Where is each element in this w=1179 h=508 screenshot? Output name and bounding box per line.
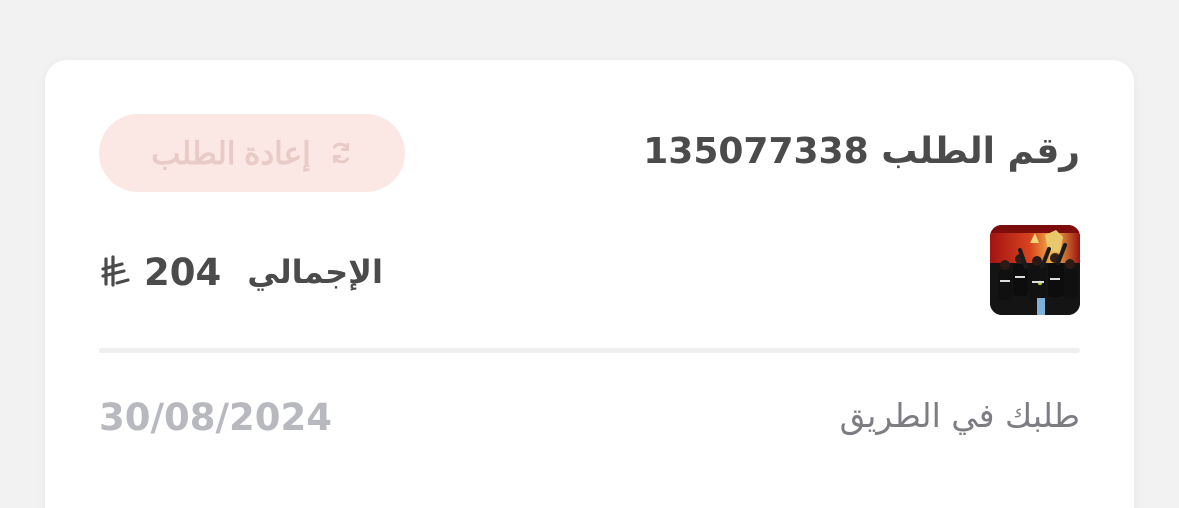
page: رقم الطلب 135077338 إعادة الطلب الإجمالي… xyxy=(0,0,1179,508)
reorder-button[interactable]: إعادة الطلب xyxy=(99,114,405,192)
order-item-thumbnail xyxy=(990,225,1080,315)
total-amount: 204 xyxy=(98,254,221,291)
order-card[interactable]: رقم الطلب 135077338 إعادة الطلب الإجمالي… xyxy=(45,60,1134,508)
card-divider xyxy=(99,348,1080,353)
order-number-title: رقم الطلب 135077338 xyxy=(643,131,1080,172)
reorder-button-label: إعادة الطلب xyxy=(151,135,311,171)
refresh-icon xyxy=(329,141,353,165)
total-label: الإجمالي xyxy=(247,253,383,291)
order-date: 30/08/2024 xyxy=(99,396,332,439)
order-status: طلبك في الطريق xyxy=(839,396,1080,435)
order-total-row: الإجمالي 204 xyxy=(98,244,383,300)
riyal-currency-icon xyxy=(98,255,132,289)
total-value: 204 xyxy=(144,250,222,294)
